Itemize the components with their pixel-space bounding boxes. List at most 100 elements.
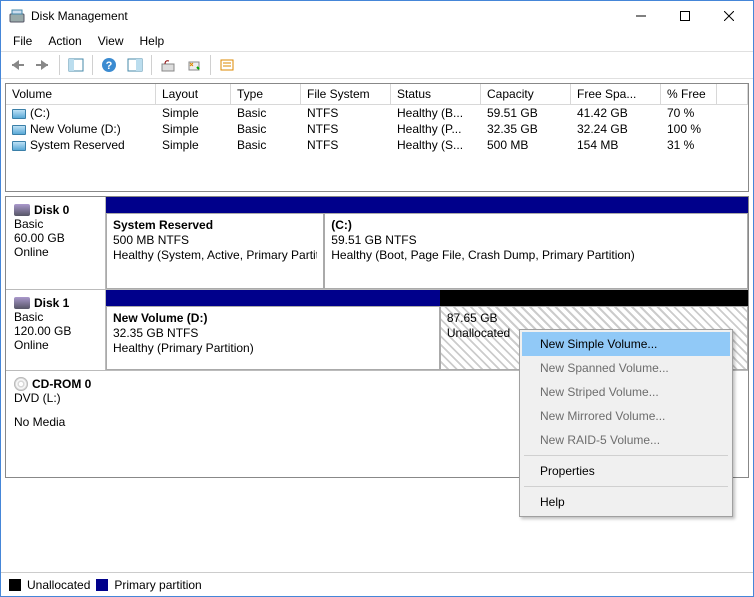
volume-list: Volume Layout Type File System Status Ca… bbox=[5, 83, 749, 192]
partition-name: (C:) bbox=[331, 218, 741, 233]
toolbar-separator bbox=[151, 55, 152, 75]
cell-fs: NTFS bbox=[301, 105, 391, 121]
cell-free: 41.42 GB bbox=[571, 105, 661, 121]
forward-button[interactable] bbox=[31, 53, 55, 77]
close-button[interactable] bbox=[707, 1, 751, 31]
back-button[interactable] bbox=[5, 53, 29, 77]
menu-properties[interactable]: Properties bbox=[522, 459, 730, 483]
rescan-disks-icon[interactable] bbox=[182, 53, 206, 77]
disk-name: CD-ROM 0 bbox=[32, 377, 91, 391]
disk-info[interactable]: Disk 1 Basic 120.00 GB Online bbox=[6, 290, 106, 370]
cell-type: Basic bbox=[231, 137, 301, 153]
disk-detail: DVD (L:) bbox=[14, 391, 98, 405]
cell-layout: Simple bbox=[156, 121, 231, 137]
menu-new-simple-volume[interactable]: New Simple Volume... bbox=[522, 332, 730, 356]
maximize-button[interactable] bbox=[663, 1, 707, 31]
menu-view[interactable]: View bbox=[90, 32, 132, 50]
disk-state: Online bbox=[14, 338, 97, 352]
legend-swatch-unallocated bbox=[9, 579, 21, 591]
volume-name: System Reserved bbox=[30, 138, 125, 152]
volume-row[interactable]: (C:) Simple Basic NTFS Healthy (B... 59.… bbox=[6, 105, 748, 121]
col-type[interactable]: Type bbox=[231, 84, 301, 105]
cell-status: Healthy (B... bbox=[391, 105, 481, 121]
partition-detail: 87.65 GB bbox=[447, 311, 741, 326]
window-title: Disk Management bbox=[31, 9, 619, 23]
cell-fs: NTFS bbox=[301, 121, 391, 137]
disk-info[interactable]: Disk 0 Basic 60.00 GB Online bbox=[6, 197, 106, 289]
title-bar: Disk Management bbox=[1, 1, 753, 31]
more-actions-icon[interactable] bbox=[215, 53, 239, 77]
menu-help[interactable]: Help bbox=[132, 32, 173, 50]
disk-size: 120.00 GB bbox=[14, 324, 97, 338]
cell-type: Basic bbox=[231, 121, 301, 137]
partition-name: System Reserved bbox=[113, 218, 317, 233]
partition-c[interactable]: (C:) 59.51 GB NTFS Healthy (Boot, Page F… bbox=[324, 213, 748, 289]
toolbar-separator bbox=[92, 55, 93, 75]
col-pctfree[interactable]: % Free bbox=[661, 84, 717, 105]
partition-detail: 500 MB NTFS bbox=[113, 233, 317, 248]
disk-name: Disk 1 bbox=[34, 296, 69, 310]
menu-file[interactable]: File bbox=[5, 32, 40, 50]
cdrom-icon bbox=[14, 377, 28, 391]
cell-pct: 31 % bbox=[661, 137, 717, 153]
col-layout[interactable]: Layout bbox=[156, 84, 231, 105]
partition-system-reserved[interactable]: System Reserved 500 MB NTFS Healthy (Sys… bbox=[106, 213, 324, 289]
cell-capacity: 32.35 GB bbox=[481, 121, 571, 137]
volume-row[interactable]: System Reserved Simple Basic NTFS Health… bbox=[6, 137, 748, 153]
menu-separator bbox=[524, 486, 728, 487]
partition-new-volume-d[interactable]: New Volume (D:) 32.35 GB NTFS Healthy (P… bbox=[106, 306, 440, 370]
refresh-icon[interactable] bbox=[156, 53, 180, 77]
show-hide-console-tree-icon[interactable] bbox=[64, 53, 88, 77]
disk-state: No Media bbox=[14, 415, 98, 429]
menu-help[interactable]: Help bbox=[522, 490, 730, 514]
col-filesystem[interactable]: File System bbox=[301, 84, 391, 105]
toolbar: ? bbox=[1, 51, 753, 79]
disk-name: Disk 0 bbox=[34, 203, 69, 217]
minimize-button[interactable] bbox=[619, 1, 663, 31]
cell-pct: 70 % bbox=[661, 105, 717, 121]
col-freespace[interactable]: Free Spa... bbox=[571, 84, 661, 105]
partition-detail: 59.51 GB NTFS bbox=[331, 233, 741, 248]
cell-layout: Simple bbox=[156, 137, 231, 153]
volume-name: New Volume (D:) bbox=[30, 122, 121, 136]
partition-status: Healthy (System, Active, Primary Partiti… bbox=[113, 248, 317, 263]
cell-capacity: 59.51 GB bbox=[481, 105, 571, 121]
settings-icon[interactable] bbox=[123, 53, 147, 77]
menu-action[interactable]: Action bbox=[40, 32, 89, 50]
partition-status: Healthy (Primary Partition) bbox=[113, 341, 433, 356]
toolbar-separator bbox=[59, 55, 60, 75]
partition-stripe-primary bbox=[106, 197, 324, 213]
cell-fs: NTFS bbox=[301, 137, 391, 153]
volume-icon bbox=[12, 109, 26, 119]
cell-type: Basic bbox=[231, 105, 301, 121]
svg-text:?: ? bbox=[106, 60, 113, 72]
menu-new-striped-volume: New Striped Volume... bbox=[522, 380, 730, 404]
disk-type: Basic bbox=[14, 217, 97, 231]
toolbar-separator bbox=[210, 55, 211, 75]
menu-new-raid5-volume: New RAID-5 Volume... bbox=[522, 428, 730, 452]
cell-free: 154 MB bbox=[571, 137, 661, 153]
volume-row[interactable]: New Volume (D:) Simple Basic NTFS Health… bbox=[6, 121, 748, 137]
cell-status: Healthy (S... bbox=[391, 137, 481, 153]
partition-status: Healthy (Boot, Page File, Crash Dump, Pr… bbox=[331, 248, 741, 263]
volume-name: (C:) bbox=[30, 106, 50, 120]
menu-separator bbox=[524, 455, 728, 456]
legend-label-primary: Primary partition bbox=[114, 578, 201, 592]
col-capacity[interactable]: Capacity bbox=[481, 84, 571, 105]
legend-label-unallocated: Unallocated bbox=[27, 578, 90, 592]
disk-info[interactable]: CD-ROM 0 DVD (L:) No Media bbox=[6, 371, 106, 477]
volume-icon bbox=[12, 125, 26, 135]
legend-swatch-primary bbox=[96, 579, 108, 591]
cell-layout: Simple bbox=[156, 105, 231, 121]
disk-icon bbox=[14, 204, 30, 216]
col-status[interactable]: Status bbox=[391, 84, 481, 105]
disk-type: Basic bbox=[14, 310, 97, 324]
help-icon[interactable]: ? bbox=[97, 53, 121, 77]
menu-new-spanned-volume: New Spanned Volume... bbox=[522, 356, 730, 380]
disk-state: Online bbox=[14, 245, 97, 259]
cell-capacity: 500 MB bbox=[481, 137, 571, 153]
legend-bar: Unallocated Primary partition bbox=[1, 572, 753, 596]
col-volume[interactable]: Volume bbox=[6, 84, 156, 105]
menu-new-mirrored-volume: New Mirrored Volume... bbox=[522, 404, 730, 428]
menu-bar: File Action View Help bbox=[1, 31, 753, 51]
